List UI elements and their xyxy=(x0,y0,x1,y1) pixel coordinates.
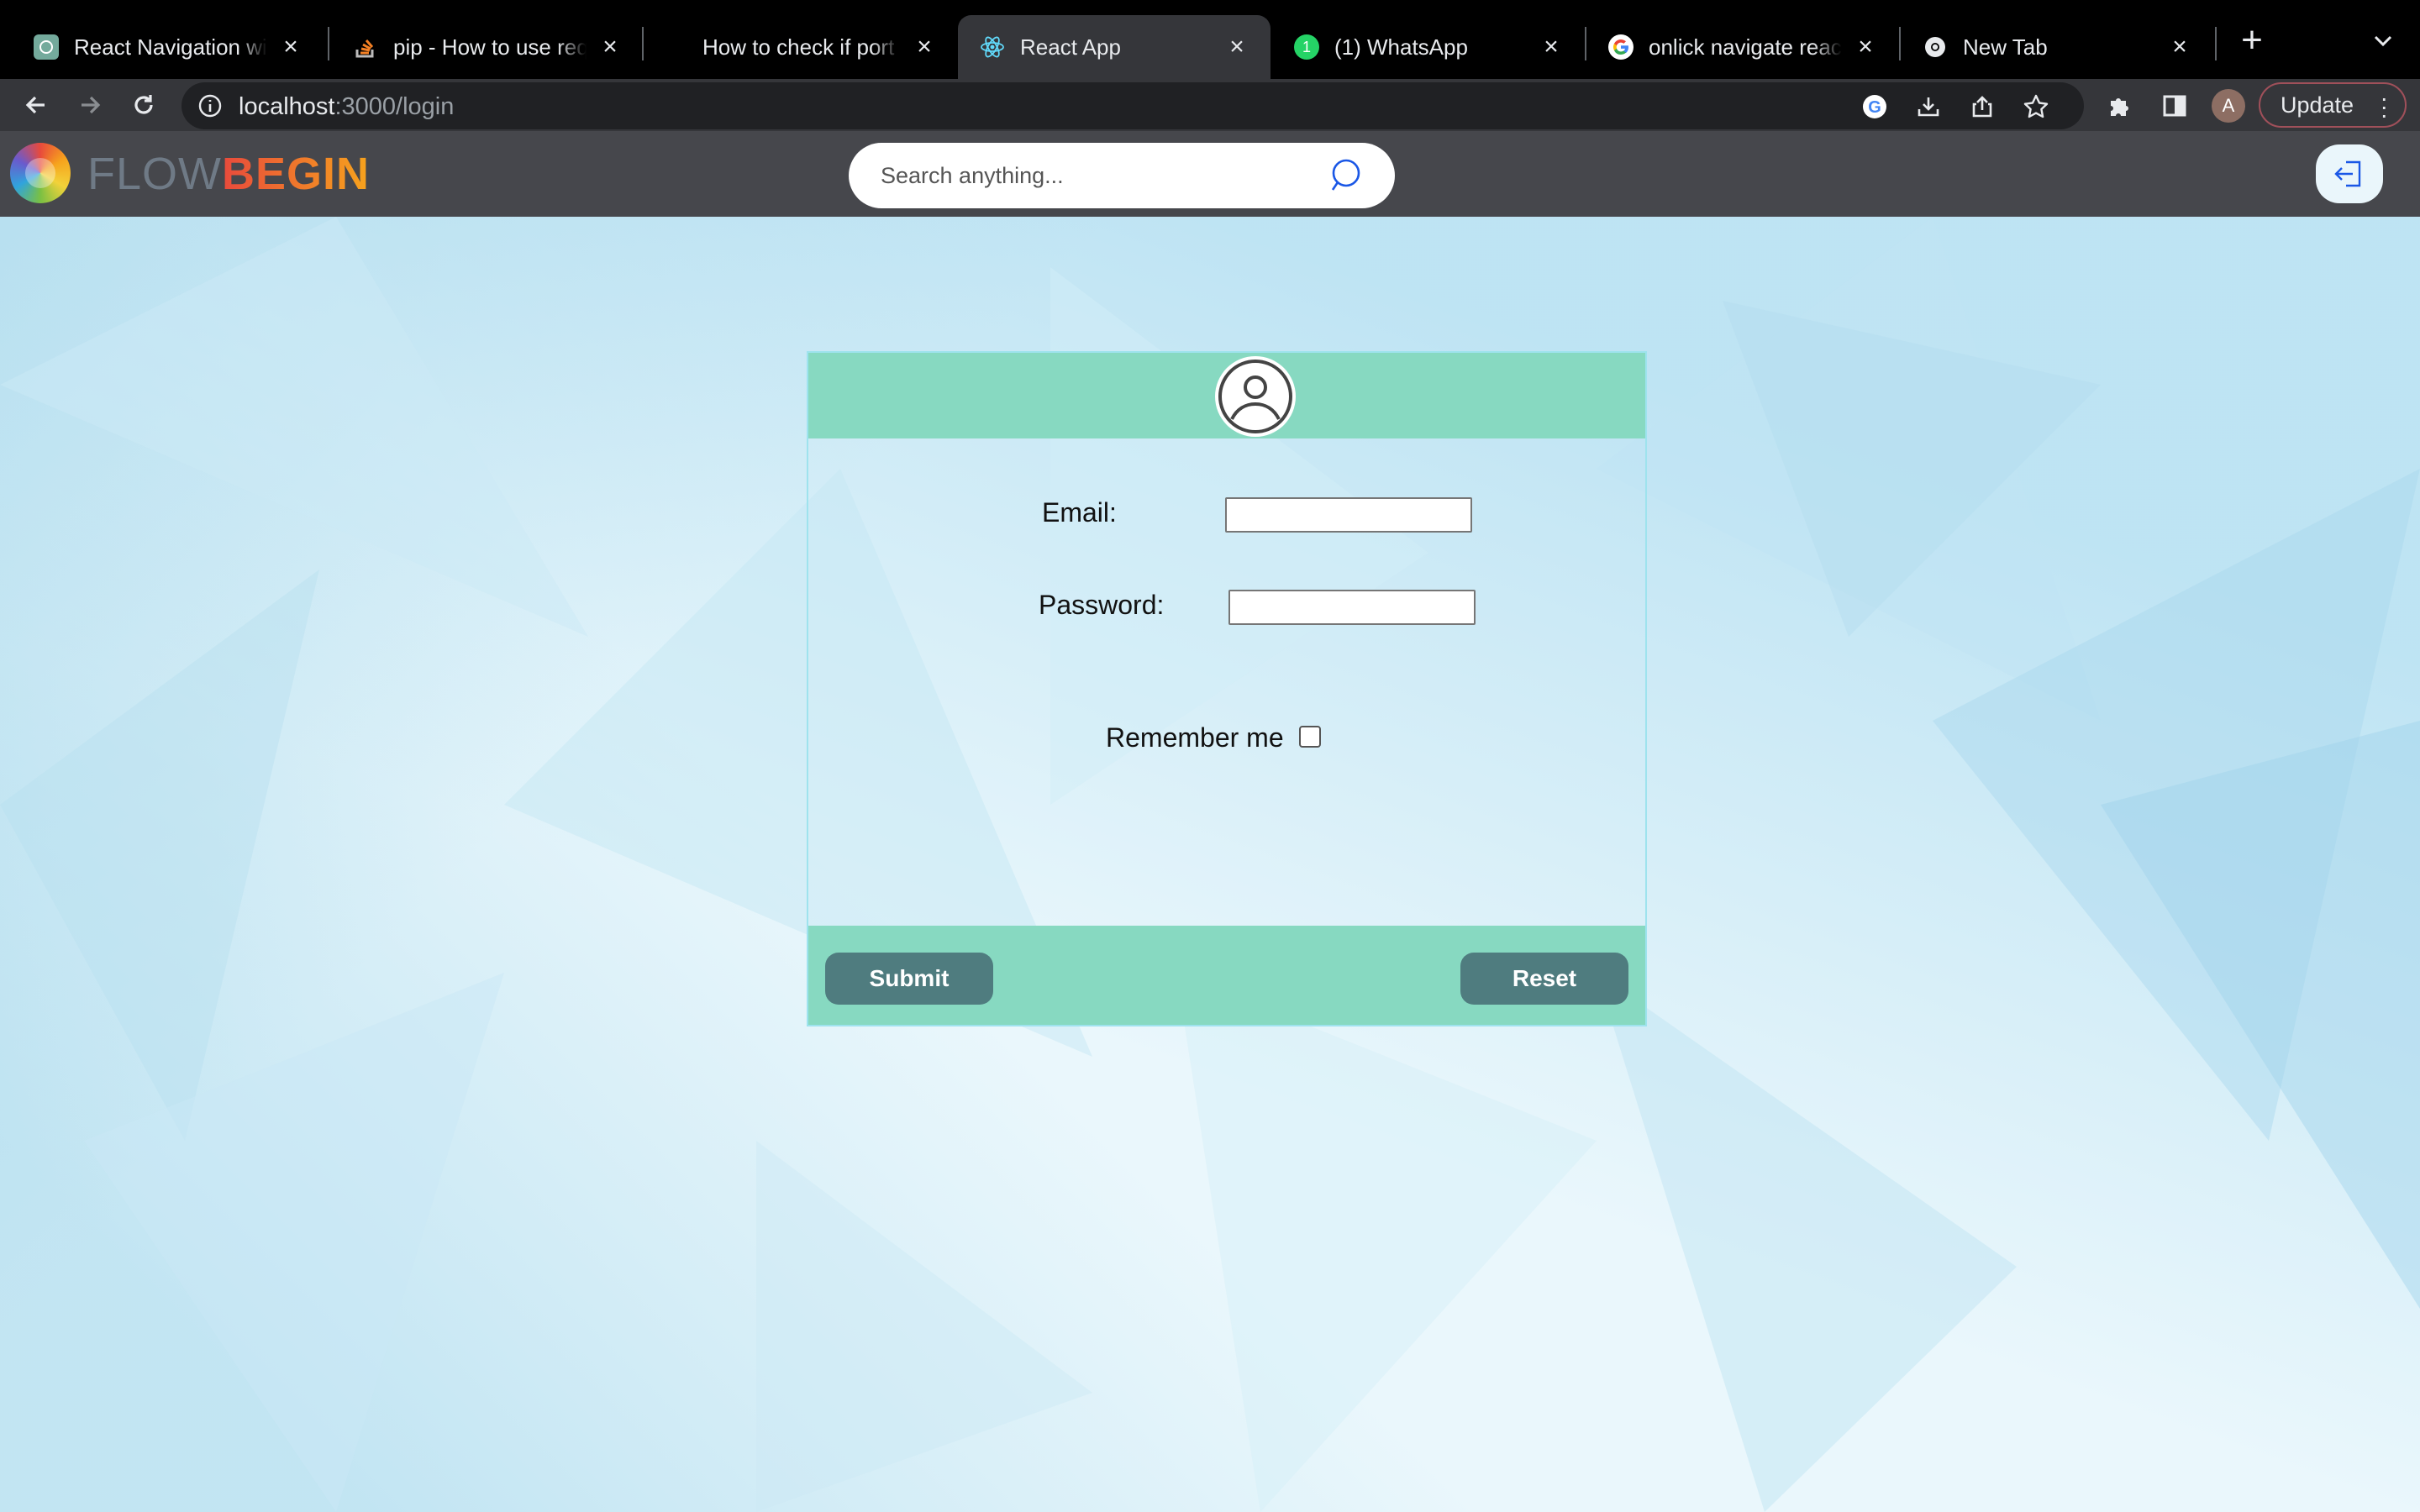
close-tab-icon[interactable]: × xyxy=(913,33,936,60)
tab-divider xyxy=(642,27,644,60)
search-input[interactable] xyxy=(881,156,1318,195)
close-tab-icon[interactable]: × xyxy=(279,33,302,60)
tab-search-chevron-icon[interactable] xyxy=(2366,24,2400,57)
address-bar[interactable]: localhost:3000/login G xyxy=(182,82,2084,129)
browser-tab-7[interactable]: New Tab × xyxy=(1901,15,2213,79)
search-icon[interactable] xyxy=(1326,156,1365,195)
kebab-menu-icon[interactable]: · · · xyxy=(2381,87,2388,127)
chatgpt-icon xyxy=(34,34,59,60)
tab-title: pip - How to use requ xyxy=(393,34,587,60)
browser-tab-strip: React Navigation with × pip - How to use… xyxy=(0,0,2420,79)
login-card-footer: Submit Reset xyxy=(808,926,1645,1025)
stackoverflow-icon xyxy=(353,34,378,60)
react-icon xyxy=(980,34,1005,60)
tab-title: React App xyxy=(1020,34,1121,60)
back-arrow-icon[interactable] xyxy=(17,86,55,124)
site-info-icon[interactable] xyxy=(197,92,224,119)
tab-divider xyxy=(2215,27,2217,60)
search-bar xyxy=(849,143,1395,208)
email-field[interactable] xyxy=(1225,497,1472,533)
browser-tab-1[interactable]: React Navigation with × xyxy=(12,15,324,79)
svg-text:G: G xyxy=(1868,98,1881,117)
close-tab-icon[interactable]: × xyxy=(1225,33,1249,60)
tab-title: New Tab xyxy=(1963,34,2048,60)
remember-me-label: Remember me xyxy=(1106,722,1284,753)
extensions-puzzle-icon[interactable] xyxy=(2104,91,2134,121)
browser-tab-3[interactable]: How to check if port i × xyxy=(645,15,958,79)
google-icon xyxy=(1608,34,1634,60)
close-tab-icon[interactable]: × xyxy=(2168,33,2191,60)
update-button[interactable]: Update · · · xyxy=(2259,82,2407,128)
close-tab-icon[interactable]: × xyxy=(1854,33,1877,60)
tab-title: React Navigation with xyxy=(74,34,267,60)
close-tab-icon[interactable]: × xyxy=(1539,33,1563,60)
install-app-icon[interactable] xyxy=(1914,92,1943,121)
bookmark-star-icon[interactable] xyxy=(2022,92,2050,121)
share-icon[interactable] xyxy=(1968,92,1996,121)
submit-button[interactable]: Submit xyxy=(825,953,993,1005)
logout-button[interactable] xyxy=(2316,144,2383,203)
forward-arrow-icon[interactable] xyxy=(71,86,109,124)
login-card-header xyxy=(808,353,1645,438)
reload-icon[interactable] xyxy=(124,86,163,124)
flowbegin-logo-icon[interactable] xyxy=(10,143,71,203)
app-header: FLOWBEGIN xyxy=(0,131,2420,217)
remember-me-checkbox[interactable] xyxy=(1299,726,1321,748)
whatsapp-icon: 1 xyxy=(1294,34,1319,60)
browser-tab-2[interactable]: pip - How to use requ × xyxy=(331,15,644,79)
tab-title: onlick navigate react xyxy=(1649,34,1842,60)
profile-avatar[interactable]: A xyxy=(2212,89,2245,123)
tab-title: (1) WhatsApp xyxy=(1334,34,1468,60)
google-lens-icon[interactable]: G xyxy=(1860,92,1889,121)
close-tab-icon[interactable]: × xyxy=(598,33,622,60)
logout-icon xyxy=(2334,160,2361,187)
user-avatar-icon xyxy=(1215,356,1296,437)
update-label: Update xyxy=(2281,92,2354,118)
password-field[interactable] xyxy=(1228,590,1476,625)
tab-title: How to check if port i xyxy=(702,34,901,60)
new-tab-plus-icon[interactable]: + xyxy=(2232,19,2272,60)
chrome-icon xyxy=(1923,34,1948,60)
browser-toolbar: localhost:3000/login G A Update · · · xyxy=(0,79,2420,131)
side-panel-icon[interactable] xyxy=(2160,91,2190,121)
reset-button[interactable]: Reset xyxy=(1460,953,1628,1005)
email-label: Email: xyxy=(1042,497,1117,528)
browser-tab-6[interactable]: onlick navigate react × xyxy=(1586,15,1899,79)
browser-tab-4-active[interactable]: React App × xyxy=(958,15,1270,79)
password-label: Password: xyxy=(1039,590,1165,620)
tab-divider xyxy=(328,27,329,60)
url-text: localhost:3000/login xyxy=(239,93,455,120)
login-card: Email: Password: Remember me Submit Rese… xyxy=(807,351,1647,1026)
brand-name[interactable]: FLOWBEGIN xyxy=(87,148,370,200)
browser-tab-5[interactable]: 1 (1) WhatsApp × xyxy=(1272,15,1585,79)
